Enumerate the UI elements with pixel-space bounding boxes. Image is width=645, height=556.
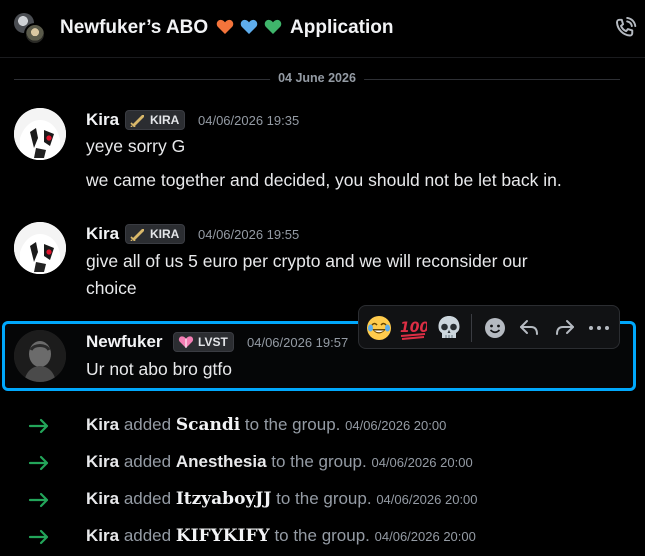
reaction-joy-button[interactable]	[365, 314, 393, 342]
green-heart-icon	[265, 19, 282, 34]
member-join-arrow-icon	[28, 455, 49, 471]
system-suffix: to the group.	[274, 526, 370, 545]
reaction-skull-button[interactable]	[435, 314, 463, 342]
blue-heart-icon	[241, 19, 258, 34]
message-timestamp[interactable]: 04/06/2026 19:57	[247, 335, 348, 350]
system-timestamp[interactable]: 04/06/2026 20:00	[345, 418, 446, 433]
add-reaction-icon	[485, 318, 505, 338]
system-message-text: Kira added 𝐒𝐜𝐚𝐧𝐝𝐢 to the group. 04/06/20…	[86, 415, 446, 435]
message-text-line: yeye sorry G	[86, 136, 186, 156]
member-join-arrow-icon	[28, 492, 49, 508]
more-icon	[589, 326, 609, 330]
user-tag-label: KIRA	[150, 113, 180, 127]
system-suffix: to the group.	[276, 489, 372, 508]
avatar[interactable]	[14, 108, 66, 160]
date-divider-label: 04 June 2026	[270, 71, 364, 85]
message-author[interactable]: Newfuker	[86, 332, 163, 352]
system-timestamp[interactable]: 04/06/2026 20:00	[375, 529, 476, 544]
reply-icon	[520, 320, 538, 335]
system-message-text: Kira added Anesthesia to the group. 04/0…	[86, 452, 473, 472]
system-timestamp[interactable]: 04/06/2026 20:00	[371, 455, 472, 470]
system-message-text: Kira added KIFYKIFY to the group. 04/06/…	[86, 526, 476, 546]
add-reaction-button[interactable]	[481, 314, 509, 342]
sword-icon	[130, 229, 144, 241]
joy-emoji-icon	[367, 316, 391, 340]
system-target[interactable]: ItzyaboyJJ	[176, 489, 272, 509]
message-timestamp[interactable]: 04/06/2026 19:55	[198, 227, 299, 242]
system-message-row: Kira added Anesthesia to the group. 04/0…	[0, 448, 645, 478]
system-message-row: Kira added 𝐒𝐜𝐚𝐧𝐝𝐢 to the group. 04/06/20…	[0, 411, 645, 441]
skull-emoji-icon	[438, 316, 460, 338]
avatar-image	[14, 222, 66, 274]
date-divider: 04 June 2026	[14, 70, 620, 88]
channel-title-suffix: Application	[290, 17, 394, 38]
user-tag-badge[interactable]: KIRA	[125, 224, 186, 244]
system-message-row: Kira added KIFYKIFY to the group. 04/06/…	[0, 522, 645, 552]
member-join-arrow-icon	[28, 418, 49, 434]
system-verb: added	[123, 489, 172, 508]
system-message-text: Kira added ItzyaboyJJ to the group. 04/0…	[86, 489, 478, 509]
forward-icon	[556, 320, 574, 335]
avatar-image	[14, 108, 66, 160]
system-verb: added	[123, 452, 172, 471]
system-actor[interactable]: Kira	[86, 526, 119, 545]
user-tag-badge[interactable]: KIRA	[125, 110, 186, 130]
system-actor[interactable]: Kira	[86, 489, 119, 508]
member-join-arrow-icon	[28, 529, 49, 545]
channel-title-prefix: Newfuker’s ABO	[60, 17, 209, 38]
system-suffix: to the group.	[271, 452, 367, 471]
sword-icon	[130, 115, 144, 127]
user-tag-badge[interactable]: LVST	[173, 332, 234, 352]
system-actor[interactable]: Kira	[86, 452, 119, 471]
message-timestamp[interactable]: 04/06/2026 19:35	[198, 113, 299, 128]
reaction-100-button[interactable]: 100	[399, 314, 427, 342]
channel-title[interactable]: Newfuker’s ABO Application	[60, 17, 393, 39]
group-avatar-member-2	[24, 23, 46, 45]
system-message-row: Kira added ItzyaboyJJ to the group. 04/0…	[0, 485, 645, 515]
system-target[interactable]: KIFYKIFY	[176, 526, 270, 546]
reply-button[interactable]	[515, 314, 543, 342]
more-options-button[interactable]	[585, 314, 613, 342]
message-text-line: Ur not abo bro gtfo	[86, 359, 232, 379]
message-action-toolbar: 100	[358, 305, 620, 349]
message-text-line: give all of us 5 euro per crypto and we …	[86, 251, 528, 271]
channel-header: Newfuker’s ABO Application	[0, 0, 645, 58]
system-actor[interactable]: Kira	[86, 415, 119, 434]
system-suffix: to the group.	[244, 415, 341, 434]
forward-button[interactable]	[551, 314, 579, 342]
message-text-line: we came together and decided, you should…	[86, 170, 562, 190]
avatar[interactable]	[14, 330, 66, 382]
message-author[interactable]: Kira	[86, 224, 119, 244]
system-verb: added	[123, 526, 172, 545]
call-icon[interactable]	[612, 16, 638, 42]
message-text-line: choice	[86, 278, 137, 298]
group-avatar[interactable]	[14, 13, 48, 45]
system-target[interactable]: 𝐒𝐜𝐚𝐧𝐝𝐢	[176, 415, 240, 435]
hundred-points-icon: 100	[400, 320, 427, 340]
orange-heart-icon	[217, 19, 234, 34]
message-author[interactable]: Kira	[86, 110, 119, 130]
system-target[interactable]: Anesthesia	[176, 452, 267, 471]
toolbar-separator	[471, 314, 472, 342]
user-tag-label: LVST	[198, 335, 228, 349]
system-verb: added	[123, 415, 172, 434]
system-timestamp[interactable]: 04/06/2026 20:00	[376, 492, 477, 507]
heart-gift-icon	[178, 336, 194, 348]
avatar-image	[14, 330, 66, 382]
user-tag-label: KIRA	[150, 227, 180, 241]
avatar[interactable]	[14, 222, 66, 274]
